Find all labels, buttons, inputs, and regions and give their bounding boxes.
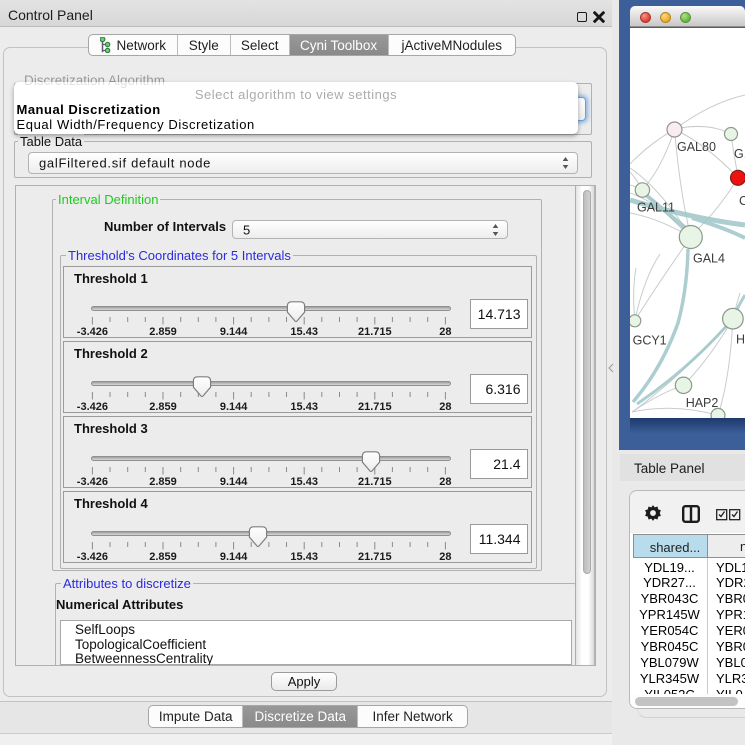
svg-text:-3.426: -3.426 bbox=[77, 326, 108, 338]
svg-text:9.144: 9.144 bbox=[220, 551, 248, 563]
svg-text:-3.426: -3.426 bbox=[77, 551, 108, 563]
svg-text:HAP2: HAP2 bbox=[686, 396, 719, 410]
svg-text:9.144: 9.144 bbox=[220, 401, 248, 413]
svg-text:28: 28 bbox=[439, 551, 451, 563]
svg-text:2.859: 2.859 bbox=[149, 476, 177, 488]
svg-text:H: H bbox=[736, 333, 745, 347]
svg-text:G.: G. bbox=[734, 147, 745, 161]
svg-text:15.43: 15.43 bbox=[290, 551, 318, 563]
svg-text:GCY1: GCY1 bbox=[633, 334, 667, 348]
svg-text:GAL11: GAL11 bbox=[637, 201, 675, 215]
svg-text:21.715: 21.715 bbox=[358, 401, 392, 413]
svg-text:28: 28 bbox=[439, 326, 451, 338]
svg-text:15.43: 15.43 bbox=[290, 476, 318, 488]
svg-text:28: 28 bbox=[439, 401, 451, 413]
svg-text:-3.426: -3.426 bbox=[77, 401, 108, 413]
svg-text:C: C bbox=[739, 194, 745, 208]
svg-text:-3.426: -3.426 bbox=[77, 476, 108, 488]
svg-text:GAL4: GAL4 bbox=[693, 252, 725, 266]
svg-text:9.144: 9.144 bbox=[220, 326, 248, 338]
svg-text:2.859: 2.859 bbox=[149, 551, 177, 563]
svg-text:2.859: 2.859 bbox=[149, 326, 177, 338]
svg-text:21.715: 21.715 bbox=[358, 476, 392, 488]
svg-text:15.43: 15.43 bbox=[290, 401, 318, 413]
svg-text:21.715: 21.715 bbox=[358, 551, 392, 563]
svg-text:2.859: 2.859 bbox=[149, 401, 177, 413]
svg-text:GAL80: GAL80 bbox=[677, 140, 716, 154]
svg-text:28: 28 bbox=[439, 476, 451, 488]
svg-text:9.144: 9.144 bbox=[220, 476, 248, 488]
svg-text:15.43: 15.43 bbox=[290, 326, 318, 338]
svg-text:21.715: 21.715 bbox=[358, 326, 392, 338]
